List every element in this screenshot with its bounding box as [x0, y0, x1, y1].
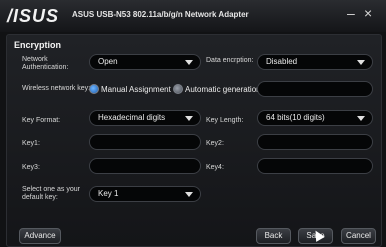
data-encryption-value: Disabled: [266, 57, 298, 66]
close-icon[interactable]: ×: [364, 6, 372, 20]
default-key-select[interactable]: Key 1: [89, 186, 201, 202]
section-title: Encryption: [14, 40, 62, 50]
radio-selected-icon[interactable]: [89, 84, 99, 94]
key1-input[interactable]: [89, 134, 201, 150]
key-length-select[interactable]: 64 bits(10 digits): [257, 110, 373, 126]
minimize-icon[interactable]: –: [347, 6, 355, 20]
cancel-button[interactable]: Cancel: [341, 228, 376, 244]
window-title: ASUS USB-N53 802.11a/b/g/n Network Adapt…: [72, 10, 249, 19]
key4-input[interactable]: [257, 158, 373, 174]
chevron-down-icon: [185, 116, 193, 121]
key-length-value: 64 bits(10 digits): [266, 113, 325, 122]
network-auth-select[interactable]: Open: [89, 54, 201, 70]
key-format-value: Hexadecimal digits: [98, 113, 166, 122]
default-key-label: Select one as your default key:: [22, 186, 80, 201]
key-format-select[interactable]: Hexadecimal digits: [89, 110, 201, 126]
data-encryption-select[interactable]: Disabled: [257, 54, 373, 70]
key4-label: Key4:: [206, 164, 224, 171]
manual-assignment-label[interactable]: Manual Assignment: [101, 85, 171, 94]
title-bar: /ISUS ASUS USB-N53 802.11a/b/g/n Network…: [0, 0, 386, 32]
wireless-key-label: Wireless network key:: [22, 85, 91, 92]
radio-unselected-icon[interactable]: [173, 84, 183, 94]
chevron-down-icon: [357, 116, 365, 121]
asus-logo: /ISUS: [7, 6, 60, 26]
key3-input[interactable]: [89, 158, 201, 174]
wireless-key-input[interactable]: [257, 81, 373, 97]
advance-button[interactable]: Advance: [19, 228, 61, 244]
key1-label: Key1:: [22, 140, 40, 147]
chevron-down-icon: [185, 192, 193, 197]
back-button[interactable]: Back: [256, 228, 291, 244]
key2-input[interactable]: [257, 134, 373, 150]
automatic-generation-label[interactable]: Automatic generation: [185, 85, 261, 94]
chevron-down-icon: [357, 60, 365, 65]
network-auth-value: Open: [98, 57, 118, 66]
key2-label: Key2:: [206, 140, 224, 147]
data-encryption-label: Data encrption:: [206, 57, 254, 64]
chevron-down-icon: [185, 60, 193, 65]
app-window: /ISUS ASUS USB-N53 802.11a/b/g/n Network…: [0, 0, 386, 247]
key-length-label: Key Length:: [206, 117, 244, 124]
network-auth-label: Network Authentication:: [22, 56, 69, 71]
default-key-value: Key 1: [98, 189, 119, 198]
key3-label: Key3:: [22, 164, 40, 171]
key-format-label: Key Format:: [22, 117, 61, 124]
